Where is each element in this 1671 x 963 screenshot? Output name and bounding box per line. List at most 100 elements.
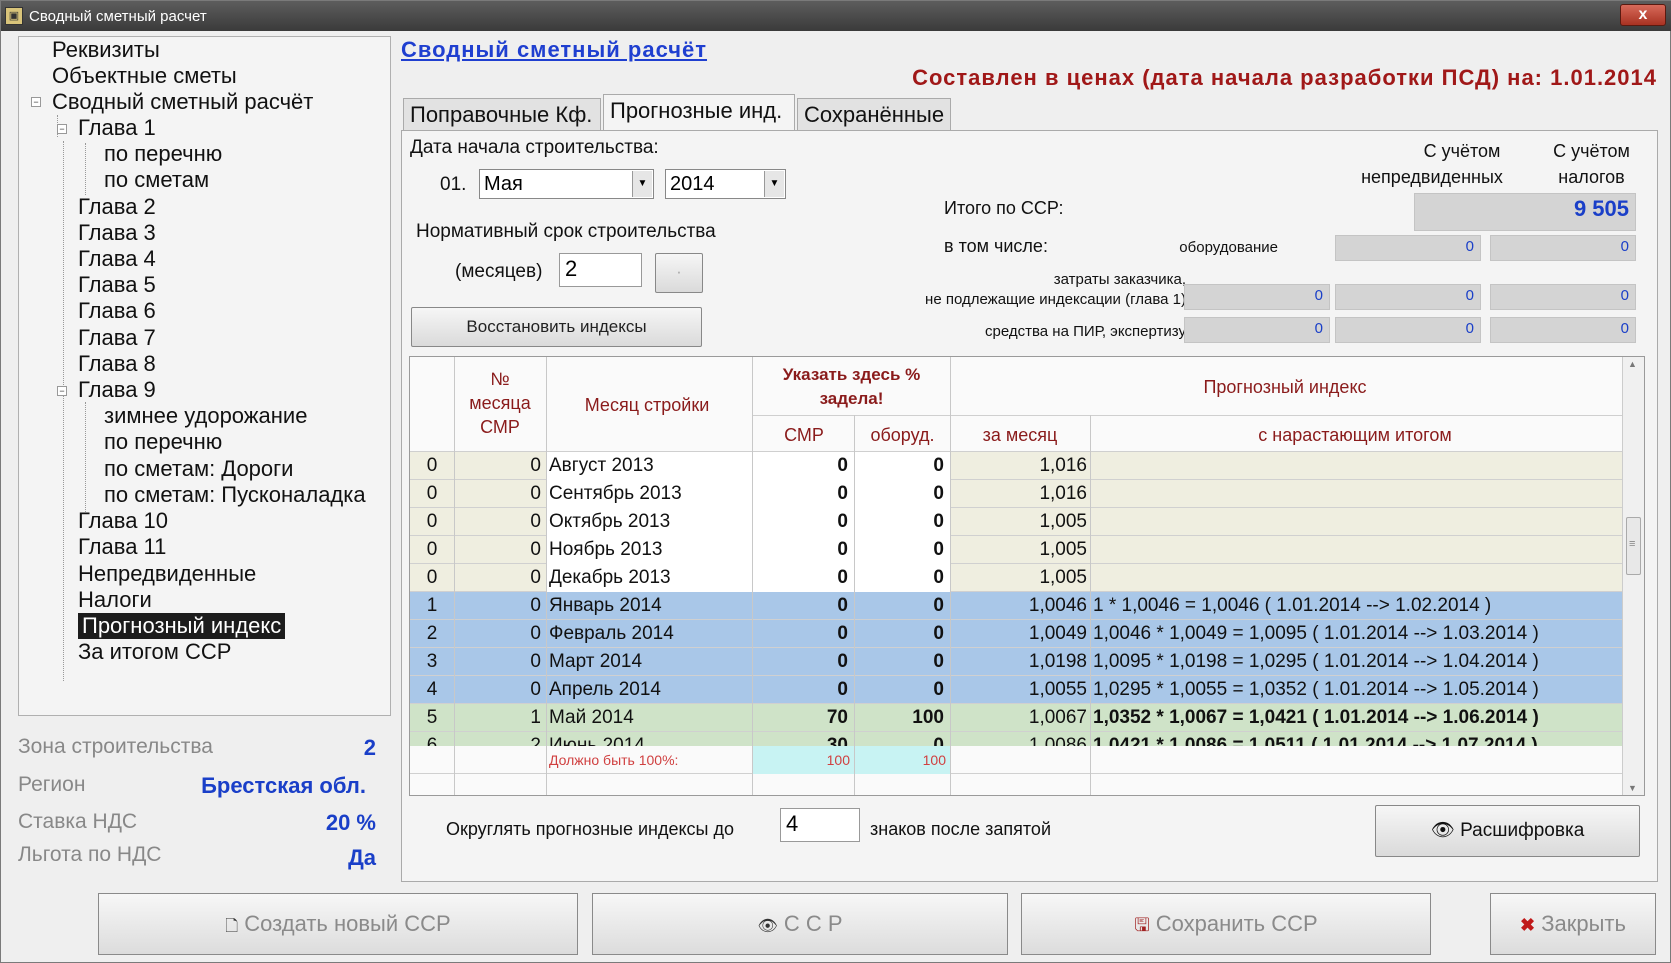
incl-label: в том числе: — [944, 236, 1048, 256]
row-smr-percent[interactable]: 0 — [753, 536, 854, 564]
row-index-per-month: 1,016 — [1039, 483, 1087, 504]
tree-line — [63, 141, 64, 681]
table-row[interactable]: 2 0 Февраль 2014 0 0 1,0049 1,0046 * 1,0049 = … — [410, 620, 1622, 648]
collapse-icon[interactable]: − — [57, 386, 67, 396]
table-row[interactable]: 0 0 Декабрь 2013 0 0 1,005 — [410, 564, 1622, 592]
row-smr-percent[interactable]: 0 — [753, 508, 854, 536]
region-label: Регион — [18, 773, 86, 796]
row-smr-percent[interactable]: 70 — [753, 704, 854, 732]
col1-header-1: С учётом — [1423, 141, 1501, 161]
row-index: 5 — [426, 707, 438, 728]
tree-item-by-list-9[interactable]: по перечню — [104, 429, 222, 455]
customer-costs-value-2: 0 — [1490, 284, 1636, 310]
table-row[interactable]: 4 0 Апрель 2014 0 0 1,0055 1,0295 * 1,0055 = 1… — [410, 676, 1622, 704]
row-smr-percent[interactable]: 0 — [753, 564, 854, 592]
table-row[interactable]: 5 1 Май 2014 70 100 1,0067 1,0352 * 1,0067 = 1… — [410, 704, 1622, 732]
tree-item-chapter-1[interactable]: Глава 1 — [78, 115, 156, 141]
tree-item-chapter-6[interactable]: Глава 6 — [78, 298, 156, 324]
tree-item-requisites[interactable]: Реквизиты — [52, 37, 160, 63]
row-smr-percent[interactable]: 0 — [753, 592, 854, 620]
rounding-input[interactable]: 4 — [780, 808, 860, 842]
row-equipment-percent[interactable]: 0 — [855, 620, 950, 648]
chevron-down-icon[interactable]: ▼ — [764, 171, 784, 197]
tree-item-commissioning[interactable]: по сметам: Пусконаладка — [104, 482, 366, 508]
scroll-up-icon[interactable]: ▲ — [1628, 359, 1637, 369]
row-equipment-percent[interactable]: 0 — [855, 452, 950, 480]
row-equipment-percent[interactable]: 0 — [855, 564, 950, 592]
tree-item-chapter-7[interactable]: Глава 7 — [78, 325, 156, 351]
row-index: 0 — [426, 483, 438, 504]
tree-item-roads[interactable]: по сметам: Дороги — [104, 456, 293, 482]
tree-item-beyond-total[interactable]: За итогом ССР — [78, 639, 231, 665]
summary-estimate-link[interactable]: Сводный сметный расчёт — [401, 37, 707, 63]
row-smr-percent[interactable]: 0 — [753, 676, 854, 704]
title-bar: ▣ Сводный сметный расчет x — [1, 1, 1671, 31]
row-equipment-percent[interactable]: 0 — [855, 648, 950, 676]
month-select[interactable]: Мая ▼ — [479, 169, 654, 199]
table-row[interactable]: 1 0 Январь 2014 0 0 1,0046 1 * 1,0046 = 1,0046… — [410, 592, 1622, 620]
grip-icon: ≡ — [1629, 538, 1636, 550]
chevron-down-icon[interactable]: ▼ — [632, 171, 652, 197]
tree-item-forecast-index[interactable]: Прогнозный индекс — [78, 613, 286, 639]
tree-item-chapter-5[interactable]: Глава 5 — [78, 272, 156, 298]
create-new-ssr-button[interactable]: 🗋 Создать новый ССР — [98, 893, 578, 955]
tree-item-chapter-10[interactable]: Глава 10 — [78, 508, 168, 534]
row-month-number: 0 — [530, 483, 541, 504]
table-row[interactable]: 0 0 Ноябрь 2013 0 0 1,005 — [410, 536, 1622, 564]
row-month-number: 0 — [530, 511, 541, 532]
close-button[interactable]: ✖ Закрыть — [1490, 893, 1656, 955]
ssr-button[interactable]: 👁 С С Р — [592, 893, 1008, 955]
tree-item-chapter-4[interactable]: Глава 4 — [78, 246, 156, 272]
decode-button[interactable]: 👁 Расшифровка — [1375, 805, 1640, 857]
scroll-down-icon[interactable]: ▼ — [1628, 783, 1637, 793]
footer-label: Должно быть 100%: — [549, 752, 679, 768]
row-smr-percent[interactable]: 0 — [753, 480, 854, 508]
tab-forecast-indices[interactable]: Прогнозные инд. — [603, 94, 795, 131]
tree-item-chapter-2[interactable]: Глава 2 — [78, 194, 156, 220]
grid-header-divider — [752, 415, 1622, 416]
tree-item-summary-estimate[interactable]: Сводный сметный расчёт — [52, 89, 313, 115]
tree-item-chapter-9[interactable]: Глава 9 — [78, 377, 156, 403]
table-row[interactable]: 0 0 Сентябрь 2013 0 0 1,016 — [410, 480, 1622, 508]
tree-item-chapter-3[interactable]: Глава 3 — [78, 220, 156, 246]
tree-item-by-estimates[interactable]: по сметам — [104, 167, 209, 193]
save-ssr-button[interactable]: 🖫 Сохранить ССР — [1021, 893, 1431, 955]
row-equipment-percent[interactable]: 0 — [855, 508, 950, 536]
row-equipment-percent[interactable]: 0 — [855, 480, 950, 508]
year-select[interactable]: 2014 ▼ — [665, 169, 786, 199]
collapse-icon[interactable]: − — [57, 124, 67, 134]
tree-item-chapter-8[interactable]: Глава 8 — [78, 351, 156, 377]
row-index-cumulative — [1091, 508, 1622, 536]
apply-months-button[interactable]: · — [655, 253, 703, 293]
row-equipment-percent[interactable]: 0 — [855, 676, 950, 704]
row-equipment-percent[interactable]: 0 — [855, 536, 950, 564]
table-row[interactable]: 0 0 Октябрь 2013 0 0 1,005 — [410, 508, 1622, 536]
row-smr-percent[interactable]: 0 — [753, 452, 854, 480]
tree-item-chapter-11[interactable]: Глава 11 — [78, 534, 166, 560]
window-close-button[interactable]: x — [1620, 4, 1666, 26]
tree-item-contingency[interactable]: Непредвиденные — [78, 561, 256, 587]
customer-costs-label-2: не подлежащие индексации (глава 1) — [925, 291, 1186, 308]
start-date-label: Дата начала строительства: — [410, 137, 659, 158]
table-row[interactable]: 3 0 Март 2014 0 0 1,0198 1,0095 * 1,0198 = 1,0… — [410, 648, 1622, 676]
collapse-icon[interactable]: − — [31, 97, 41, 107]
tree-item-object-estimates[interactable]: Объектные сметы — [52, 63, 237, 89]
tree-item-by-list[interactable]: по перечню — [104, 141, 222, 167]
restore-indices-button[interactable]: Восстановить индексы — [411, 307, 702, 347]
tree-item-winter[interactable]: зимнее удорожание — [104, 403, 307, 429]
row-equipment-percent[interactable]: 0 — [855, 592, 950, 620]
tab-correction-coefficients[interactable]: Поправочные Кф. — [403, 98, 601, 131]
vat-benefit-value: Да — [348, 845, 376, 870]
row-smr-percent[interactable]: 0 — [753, 648, 854, 676]
table-row[interactable]: 0 0 Август 2013 0 0 1,016 — [410, 452, 1622, 480]
grid-scrollbar[interactable]: ▲ ≡ ▼ — [1622, 357, 1644, 795]
row-smr-percent[interactable]: 0 — [753, 620, 854, 648]
months-input[interactable]: 2 — [559, 253, 642, 287]
tree-item-taxes[interactable]: Налоги — [78, 587, 152, 613]
scroll-thumb[interactable]: ≡ — [1626, 517, 1641, 575]
row-month-number: 1 — [530, 707, 541, 728]
vat-label: Ставка НДС — [18, 810, 138, 833]
footer-smr: 100 — [753, 746, 854, 774]
tab-saved[interactable]: Сохранённые — [797, 98, 951, 131]
row-equipment-percent[interactable]: 100 — [855, 704, 950, 732]
